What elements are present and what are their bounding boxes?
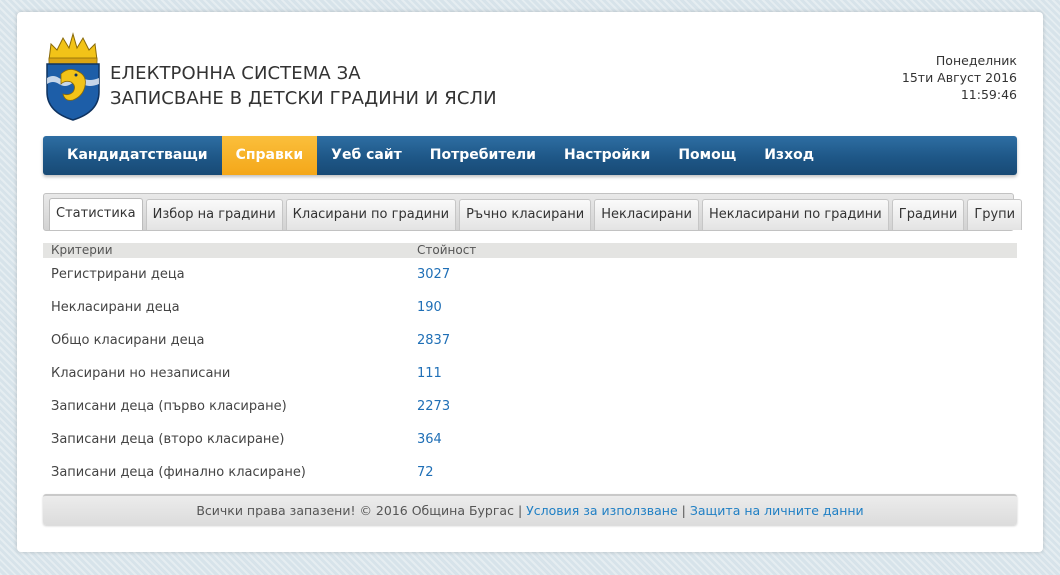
value-cell: 190 bbox=[417, 300, 442, 315]
site-title-line1: ЕЛЕКТРОННА СИСТЕМА ЗА bbox=[110, 63, 361, 84]
current-time: 11:59:46 bbox=[960, 87, 1017, 102]
nav-item-users[interactable]: Потребители bbox=[416, 136, 550, 175]
criteria-cell: Класирани но незаписани bbox=[51, 366, 231, 381]
value-cell: 72 bbox=[417, 465, 434, 480]
value-cell: 2273 bbox=[417, 399, 451, 414]
page-container: ЕЛЕКТРОННА СИСТЕМА ЗА ЗАПИСВАНЕ В ДЕТСКИ… bbox=[17, 12, 1043, 552]
nav-item-reports[interactable]: Справки bbox=[221, 136, 318, 175]
tab-ranked-by-kindergarten[interactable]: Класирани по градини bbox=[285, 199, 457, 230]
tab-unranked[interactable]: Некласирани bbox=[594, 199, 699, 230]
nav-item-settings[interactable]: Настройки bbox=[550, 136, 664, 175]
tab-kindergarten-selection[interactable]: Избор на градини bbox=[145, 199, 283, 230]
header: ЕЛЕКТРОННА СИСТЕМА ЗА ЗАПИСВАНЕ В ДЕТСКИ… bbox=[17, 12, 1043, 136]
value-cell: 111 bbox=[417, 366, 442, 381]
current-day: Понеделник bbox=[935, 53, 1017, 68]
criteria-cell: Регистрирани деца bbox=[51, 267, 185, 282]
table-row: Некласирани деца 190 bbox=[43, 291, 1017, 324]
table-row: Класирани но незаписани 111 bbox=[43, 357, 1017, 390]
tab-unranked-by-kindergarten[interactable]: Некласирани по градини bbox=[701, 199, 889, 230]
footer-separator: | bbox=[681, 503, 686, 518]
column-header-criteria: Критерии bbox=[43, 243, 417, 258]
nav-item-website[interactable]: Уеб сайт bbox=[317, 136, 416, 175]
tab-manually-ranked[interactable]: Ръчно класирани bbox=[459, 199, 592, 230]
value-cell: 2837 bbox=[417, 333, 451, 348]
privacy-policy-link[interactable]: Защита на личните данни bbox=[690, 503, 864, 518]
nav-item-candidates[interactable]: Кандидатстващи bbox=[53, 136, 222, 175]
criteria-cell: Некласирани деца bbox=[51, 300, 180, 315]
footer: Всички права запазени! © 2016 Община Бур… bbox=[43, 494, 1017, 525]
burgas-coat-of-arms-icon[interactable] bbox=[43, 30, 103, 122]
footer-separator: | bbox=[517, 503, 523, 518]
table-row: Записани деца (финално класиране) 72 bbox=[43, 456, 1017, 489]
value-cell: 364 bbox=[417, 432, 442, 447]
value-cell: 3027 bbox=[417, 267, 451, 282]
site-title-line2: ЗАПИСВАНЕ В ДЕТСКИ ГРАДИНИ И ЯСЛИ bbox=[110, 88, 497, 109]
criteria-cell: Записани деца (финално класиране) bbox=[51, 465, 306, 480]
table-row: Общо класирани деца 2837 bbox=[43, 324, 1017, 357]
table-row: Записани деца (първо класиране) 2273 bbox=[43, 390, 1017, 423]
report-tabs: Статистика Избор на градини Класирани по… bbox=[43, 193, 1023, 231]
criteria-cell: Записани деца (първо класиране) bbox=[51, 399, 287, 414]
copyright-text: Всички права запазени! © 2016 Община Бур… bbox=[196, 503, 514, 518]
tab-groups[interactable]: Групи bbox=[967, 199, 1023, 230]
current-date: 15ти Август 2016 bbox=[901, 70, 1017, 85]
criteria-cell: Общо класирани деца bbox=[51, 333, 205, 348]
column-header-value: Стойност bbox=[417, 243, 1017, 258]
table-header-row: Критерии Стойност bbox=[43, 243, 1017, 258]
tab-kindergartens[interactable]: Градини bbox=[891, 199, 965, 230]
table-row: Записани деца (второ класиране) 364 bbox=[43, 423, 1017, 456]
nav-item-logout[interactable]: Изход bbox=[750, 136, 828, 175]
site-title: ЕЛЕКТРОННА СИСТЕМА ЗА ЗАПИСВАНЕ В ДЕТСКИ… bbox=[110, 61, 497, 111]
statistics-table: Критерии Стойност Регистрирани деца 3027… bbox=[43, 243, 1017, 489]
main-navbar: Кандидатстващи Справки Уеб сайт Потребит… bbox=[43, 136, 1017, 175]
tab-statistics[interactable]: Статистика bbox=[49, 198, 143, 230]
criteria-cell: Записани деца (второ класиране) bbox=[51, 432, 285, 447]
datetime-display: Понеделник 15ти Август 2016 11:59:46 bbox=[902, 52, 1017, 103]
terms-of-use-link[interactable]: Условия за използване bbox=[526, 503, 678, 518]
table-row: Регистрирани деца 3027 bbox=[43, 258, 1017, 291]
nav-item-help[interactable]: Помощ bbox=[664, 136, 750, 175]
